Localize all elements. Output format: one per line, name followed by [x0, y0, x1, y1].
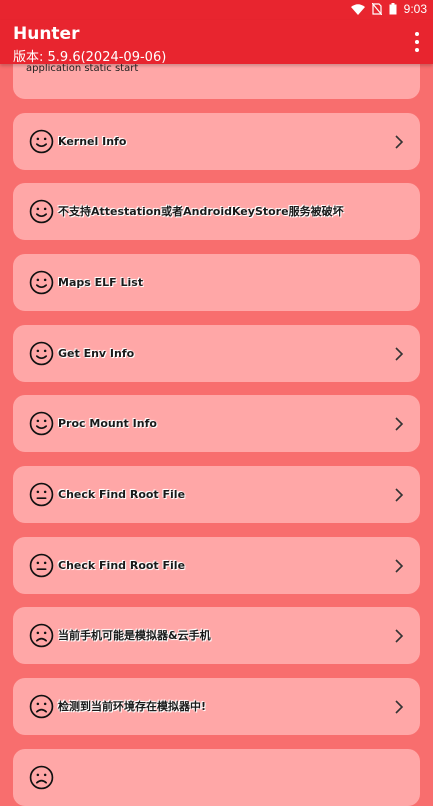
sad-face-icon	[29, 694, 54, 719]
wifi-icon	[350, 3, 365, 15]
chevron-right-icon	[395, 417, 404, 431]
list-item-partial-bottom[interactable]	[13, 749, 420, 806]
list-item-root-file-1[interactable]: Check Find Root File	[13, 466, 420, 523]
app-bar: Hunter 版本: 5.9.6(2024-09-06)	[0, 20, 433, 65]
list-item-label: 检测到当前环境存在模拟器中!	[58, 700, 207, 713]
list-item-label: Proc Mount Info	[58, 417, 157, 430]
list-item-label: Maps ELF List	[58, 276, 144, 289]
sad-face-icon	[29, 623, 54, 648]
app-title: Hunter	[13, 24, 80, 44]
app-version: 版本: 5.9.6(2024-09-06)	[13, 50, 167, 65]
smile-face-icon	[29, 270, 54, 295]
status-time: 9:03	[403, 2, 427, 16]
list-item-label: Kernel Info	[58, 135, 127, 148]
list-item-label: 不支持Attestation或者AndroidKeyStore服务被破坏	[58, 205, 344, 218]
list-item-label: Get Env Info	[58, 347, 135, 360]
smile-face-icon	[29, 341, 54, 366]
list-item-label: 当前手机可能是模拟器&云手机	[58, 629, 211, 642]
list-item-emulator-cloud[interactable]: 当前手机可能是模拟器&云手机	[13, 607, 420, 664]
neutral-face-icon	[29, 553, 54, 578]
smile-face-icon	[29, 199, 54, 224]
chevron-right-icon	[395, 347, 404, 361]
smile-face-icon	[29, 411, 54, 436]
more-vert-icon[interactable]	[411, 32, 423, 52]
list-item-label: Check Find Root File	[58, 559, 186, 572]
list-item-kernel-info[interactable]: Kernel Info	[13, 113, 420, 170]
status-icons: 9:03	[350, 2, 427, 16]
battery-icon	[389, 3, 397, 15]
sad-face-icon	[29, 765, 54, 790]
list-item-env-info[interactable]: Get Env Info	[13, 325, 420, 382]
status-bar: 9:03	[0, 0, 433, 20]
chevron-right-icon	[395, 700, 404, 714]
list-item-root-file-2[interactable]: Check Find Root File	[13, 537, 420, 594]
detection-list: application static start Kernel Info 不支持…	[0, 0, 433, 806]
neutral-face-icon	[29, 482, 54, 507]
chevron-right-icon	[395, 488, 404, 502]
list-item-label: Check Find Root File	[58, 488, 186, 501]
chevron-right-icon	[395, 559, 404, 573]
list-item-attestation[interactable]: 不支持Attestation或者AndroidKeyStore服务被破坏	[13, 183, 420, 240]
list-item-emulator-env[interactable]: 检测到当前环境存在模拟器中!	[13, 678, 420, 735]
smile-face-icon	[29, 129, 54, 154]
no-sim-icon	[371, 3, 382, 15]
chevron-right-icon	[395, 135, 404, 149]
list-item-proc-mount[interactable]: Proc Mount Info	[13, 395, 420, 452]
chevron-right-icon	[395, 629, 404, 643]
list-item-maps-elf[interactable]: Maps ELF List	[13, 254, 420, 311]
